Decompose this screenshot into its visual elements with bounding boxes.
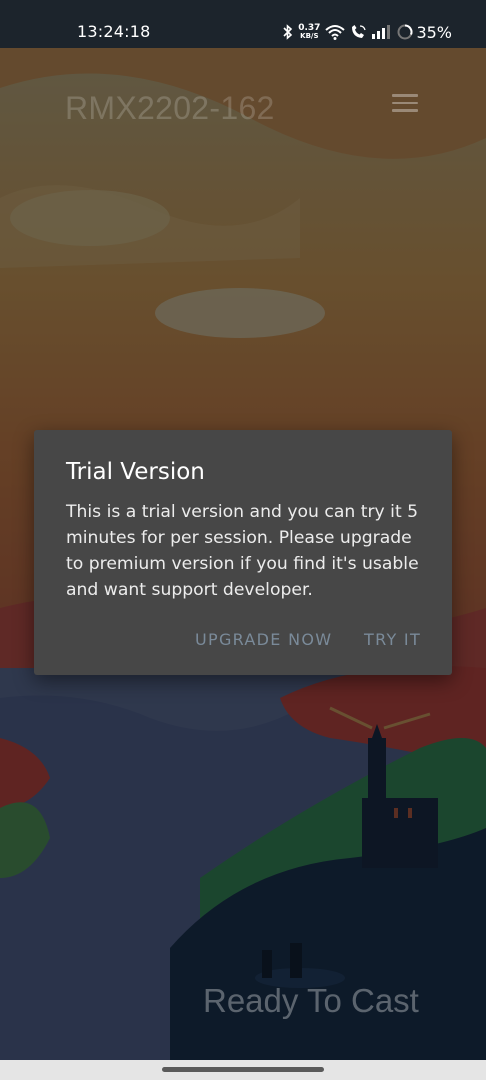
- cast-status-text: Ready To Cast: [203, 982, 419, 1019]
- dialog-message: This is a trial version and you can try …: [66, 502, 419, 600]
- bluetooth-icon: [283, 24, 293, 40]
- upgrade-now-button[interactable]: UPGRADE NOW: [195, 630, 332, 649]
- status-bar: 13:24:18 0.37 KB/S 35%: [0, 0, 486, 48]
- status-icons: 0.37 KB/S 35%: [282, 20, 452, 44]
- hamburger-menu-icon[interactable]: [392, 94, 418, 112]
- home-gesture-handle[interactable]: [162, 1067, 324, 1072]
- battery-percentage: 35%: [416, 22, 452, 42]
- wifi-calling-icon: [352, 25, 367, 38]
- battery-icon: [397, 24, 413, 40]
- trial-version-dialog: Trial Version This is a trial version an…: [34, 430, 452, 675]
- navigation-bar: [0, 1060, 486, 1080]
- wifi-icon: [325, 25, 346, 40]
- device-name-title: RMX2202-162: [65, 90, 275, 126]
- try-it-button[interactable]: TRY IT: [364, 630, 421, 649]
- status-time: 13:24:18: [77, 22, 151, 41]
- dialog-title: Trial Version: [66, 459, 205, 485]
- network-speed: 0.37 KB/S: [298, 23, 321, 41]
- signal-icon: [372, 25, 391, 39]
